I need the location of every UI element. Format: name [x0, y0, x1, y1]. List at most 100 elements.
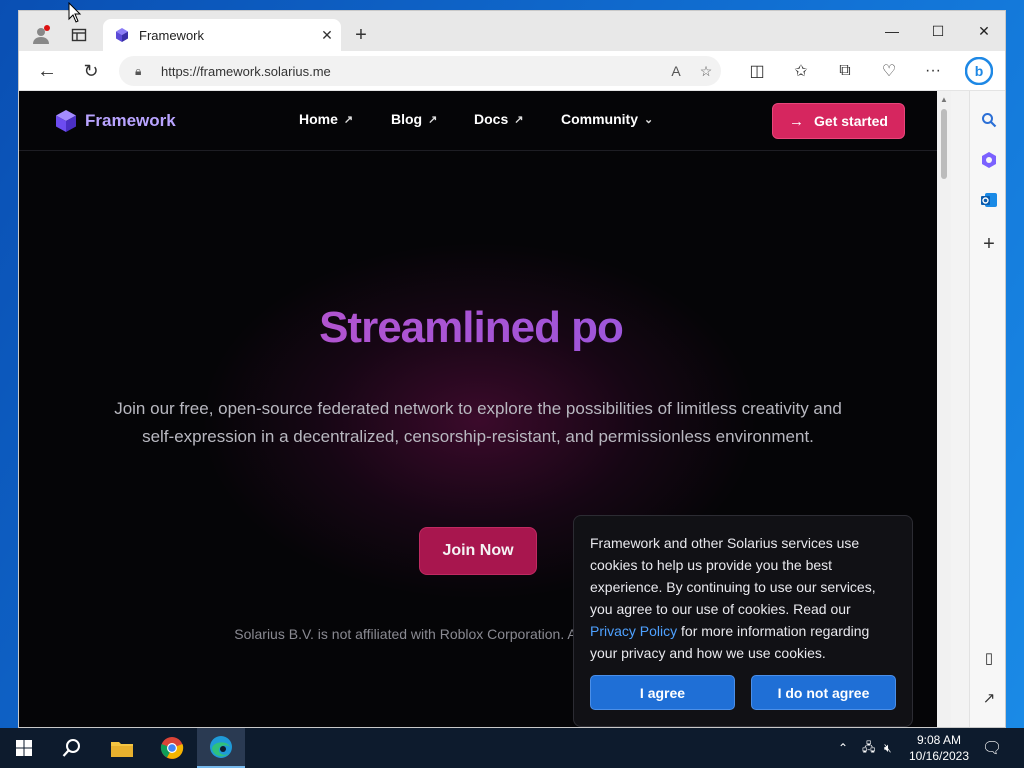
site-navbar: Framework Home ↗ Blog ↗ Docs ↗ Community… [19, 91, 937, 151]
get-started-label: Get started [814, 113, 888, 129]
favorites-button[interactable]: ✩ [785, 55, 817, 87]
notification-button[interactable]: 🗨︎ [982, 728, 1002, 768]
sidebar-external-button[interactable]: ↗ [974, 683, 1004, 713]
cookie-text: Framework and other Solarius services us… [590, 532, 896, 664]
bing-copilot-icon: b [965, 57, 993, 85]
edge-button[interactable] [197, 728, 245, 768]
refresh-icon: ↻ [83, 60, 99, 81]
browser-essentials-button[interactable]: ♡ [873, 55, 905, 87]
nav-community-label: Community [561, 111, 638, 127]
hero-description: Join our free, open-source federated net… [114, 399, 842, 446]
sidebar-settings-button[interactable]: ⚙ [974, 719, 1004, 727]
cookie-agree-button[interactable]: I agree [590, 675, 735, 710]
sidebar-add-button[interactable]: + [974, 229, 1004, 259]
split-screen-button[interactable]: ◫ [741, 55, 773, 87]
show-hidden-icons-button[interactable]: ⌃ [838, 728, 848, 768]
nav-blog[interactable]: Blog ↗ [391, 111, 437, 127]
network-status[interactable]: 🖧︎ [862, 728, 875, 768]
cookie-banner: Framework and other Solarius services us… [573, 515, 913, 727]
split-screen-icon: ◫ [749, 63, 765, 80]
taskbar-search-button[interactable] [48, 728, 96, 768]
arrow-right-icon: → [789, 112, 805, 130]
framework-cube-icon [56, 110, 76, 132]
tab-actions-icon [71, 28, 87, 42]
taskbar: ⌃ 🖧︎ 🔇︎ 9:08 AM 10/16/2023 🗨︎ [0, 728, 1024, 768]
sidebar-outlook-button[interactable] [974, 185, 1004, 215]
back-button[interactable]: ← [31, 55, 63, 87]
network-icon: 🖧︎ [862, 739, 876, 754]
refresh-button[interactable]: ↻ [75, 55, 107, 87]
tab-close-icon[interactable]: ✕ [313, 27, 341, 44]
chevron-up-icon: ⌃ [838, 741, 849, 755]
browser-window: Framework ✕ + — ☐ ✕ ← ↻ 🔒︎ https://frame… [18, 10, 1006, 728]
page-scrollbar[interactable]: ▲ [937, 91, 951, 727]
more-dots-icon: ··· [925, 62, 941, 79]
nav-home-label: Home [299, 111, 338, 127]
edge-sidebar: + ▯ ↗ ⚙ [969, 91, 1005, 727]
open-external-icon: ↗ [982, 690, 996, 707]
external-link-icon: ↗ [514, 113, 524, 126]
outlook-icon [981, 193, 997, 207]
read-aloud-icon[interactable]: A [661, 63, 691, 79]
profile-button[interactable] [25, 19, 57, 51]
copilot-button[interactable]: b [963, 55, 995, 87]
external-link-icon: ↗ [343, 113, 354, 126]
search-icon [62, 739, 80, 757]
logo-text: Framework [85, 111, 176, 130]
address-bar[interactable]: 🔒︎ https://framework.solarius.me A ☆ [119, 56, 721, 86]
nav-docs[interactable]: Docs ↗ [474, 111, 523, 127]
sidebar-shopping-button[interactable] [974, 145, 1004, 175]
site-logo[interactable]: Framework [55, 109, 176, 133]
tab-framework[interactable]: Framework ✕ [103, 19, 341, 51]
svg-text:b: b [975, 63, 984, 79]
scroll-up-icon[interactable]: ▲ [940, 95, 948, 104]
mouse-cursor-icon [68, 2, 82, 23]
cookie-disagree-button[interactable]: I do not agree [751, 675, 896, 710]
clock-date: 10/16/2023 [908, 749, 970, 763]
sidebar-hide-button[interactable]: ▯ [974, 643, 1004, 673]
start-button[interactable] [0, 728, 48, 768]
tab-strip: Framework ✕ + — ☐ ✕ [19, 11, 1005, 51]
close-window-button[interactable]: ✕ [961, 11, 1005, 51]
chevron-down-icon: ⌄ [644, 113, 654, 126]
chrome-button[interactable] [148, 728, 196, 768]
lock-icon: 🔒︎ [135, 64, 142, 78]
profile-icon [33, 25, 50, 44]
cookie-text-before: Framework and other Solarius services us… [590, 535, 876, 617]
maximize-button[interactable]: ☐ [915, 11, 961, 51]
join-now-button[interactable]: Join Now [419, 527, 537, 575]
external-link-icon: ↗ [428, 113, 438, 126]
tools-icon [982, 152, 996, 168]
file-explorer-button[interactable] [98, 728, 146, 768]
edge-icon [210, 736, 232, 758]
address-url: https://framework.solarius.me [161, 63, 331, 79]
windows-logo-icon [16, 740, 32, 756]
sidebar-search-button[interactable] [974, 105, 1004, 135]
collections-button[interactable]: ⧉ [829, 55, 861, 87]
clock-time: 9:08 AM [916, 733, 962, 747]
privacy-policy-link[interactable]: Privacy Policy [590, 623, 677, 639]
nav-community[interactable]: Community ⌄ [561, 111, 653, 127]
back-arrow-icon: ← [37, 59, 57, 82]
scroll-thumb[interactable] [941, 109, 947, 179]
volume-muted-icon: 🔇︎ [884, 740, 892, 755]
volume-status[interactable]: 🔇︎ [884, 728, 892, 768]
nav-home[interactable]: Home ↗ [299, 111, 353, 127]
favorites-icon: ✩ [794, 63, 808, 80]
notification-icon: 🗨︎ [982, 740, 1003, 757]
sidebar-panel-icon: ▯ [984, 650, 994, 667]
get-started-button[interactable]: → Get started [772, 103, 905, 139]
heartbeat-icon: ♡ [881, 63, 897, 80]
minimize-button[interactable]: — [869, 11, 915, 51]
new-tab-button[interactable]: + [345, 19, 377, 51]
settings-menu-button[interactable]: ··· [917, 55, 949, 87]
chrome-icon [160, 737, 184, 759]
system-clock[interactable]: 9:08 AM 10/16/2023 [906, 732, 972, 764]
favorite-star-icon[interactable]: ☆ [691, 63, 721, 80]
nav-docs-label: Docs [474, 111, 509, 127]
collections-icon: ⧉ [839, 62, 851, 79]
folder-icon [111, 742, 133, 757]
nav-blog-label: Blog [391, 111, 423, 127]
search-icon [982, 113, 997, 128]
hero-title: Streamlined po [19, 303, 923, 353]
